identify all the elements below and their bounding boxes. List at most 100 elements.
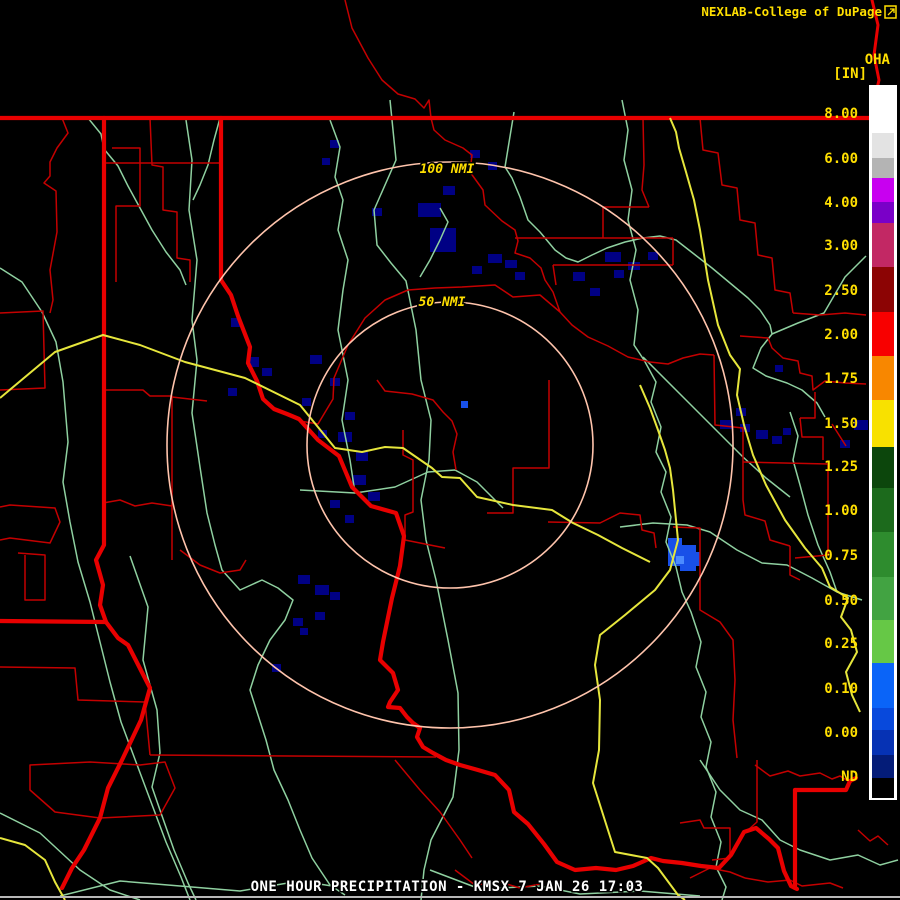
precip-dot xyxy=(228,388,237,396)
outer-ring-label: 100 NMI xyxy=(420,162,475,177)
colorbar-tick-1.50: 1.50 xyxy=(824,416,858,432)
colorbar-segment-3 xyxy=(872,178,894,202)
inner-ring-label: 50 NMI xyxy=(419,295,466,310)
colorbar-segment-9 xyxy=(872,400,894,447)
precip-gap xyxy=(455,735,467,744)
precip-gap xyxy=(545,430,555,438)
precip-dot xyxy=(345,515,354,523)
precip-dot xyxy=(573,272,585,281)
precip-dot xyxy=(648,252,658,260)
colorbar-segment-16 xyxy=(872,708,894,730)
precip-gap xyxy=(410,140,418,148)
colorbar-segment-10 xyxy=(872,447,894,488)
colorbar-tick-0.75: 0.75 xyxy=(824,548,858,564)
precip-dot xyxy=(614,270,624,278)
precip-dot xyxy=(772,436,782,444)
precip-dot xyxy=(315,612,325,620)
precip-gap xyxy=(480,350,492,359)
precip-dot xyxy=(356,452,368,461)
colorbar-segment-15 xyxy=(872,663,894,708)
colorbar-tick-4.00: 4.00 xyxy=(824,195,858,211)
state-boundary-line xyxy=(0,618,109,625)
precip-brightest-cell xyxy=(676,556,684,564)
precip-gap xyxy=(380,150,390,158)
precip-dot xyxy=(330,500,340,508)
precip-gap xyxy=(790,510,802,519)
colorbar-segment-14 xyxy=(872,620,894,663)
precip-dot xyxy=(418,203,441,217)
colorbar-segment-13 xyxy=(872,577,894,620)
precip-bright-cell xyxy=(461,401,468,408)
precip-dot xyxy=(488,254,502,263)
colorbar-tick-0.00: 0.00 xyxy=(824,725,858,741)
radar-map: 100 NMI 50 NMI 8.00 6.00 4.00 3.00 2.50 2.00 1… xyxy=(0,0,900,900)
colorbar-segment-1 xyxy=(872,133,894,158)
precip-gap xyxy=(480,430,496,440)
colorbar-tick-ND: ND xyxy=(841,769,858,785)
colorbar-segment-5 xyxy=(872,223,894,267)
precip-gap xyxy=(520,380,534,390)
precip-dot xyxy=(720,420,732,429)
precip-dot xyxy=(605,252,621,262)
bottom-rule xyxy=(0,896,900,898)
precip-dot xyxy=(302,398,311,406)
precip-dot xyxy=(775,365,783,372)
precip-bright-cell xyxy=(690,552,700,566)
precip-dot xyxy=(298,575,310,584)
precip-dot xyxy=(345,412,355,420)
precip-dot xyxy=(443,186,455,195)
colorbar-segment-17 xyxy=(872,730,894,755)
colorbar-tick-1.00: 1.00 xyxy=(824,503,858,519)
colorbar-segment-12 xyxy=(872,532,894,577)
colorbar-segment-4 xyxy=(872,202,894,223)
precip-gap xyxy=(530,640,542,649)
precip-gap xyxy=(560,620,576,630)
precip-gap xyxy=(400,620,410,628)
precip-dot xyxy=(262,368,272,376)
precip-gap xyxy=(500,660,518,672)
colorbar-tick-2.50: 2.50 xyxy=(824,283,858,299)
colorbar-tick-2.00: 2.00 xyxy=(824,327,858,343)
precip-gap xyxy=(560,470,574,480)
precip-dot xyxy=(330,592,340,600)
colorbar-tick-3.00: 3.00 xyxy=(824,238,858,254)
precip-dot xyxy=(756,430,768,439)
colorbar-tick-0.50: 0.50 xyxy=(824,593,858,609)
colorbar-tick-6.00: 6.00 xyxy=(824,151,858,167)
colorbar xyxy=(869,85,897,800)
colorbar-tick-1.25: 1.25 xyxy=(824,459,858,475)
precip-dot xyxy=(783,428,791,435)
precip-dot xyxy=(300,628,308,635)
radar-display: 100 NMI 50 NMI 8.00 6.00 4.00 3.00 2.50 2.00 1… xyxy=(0,0,900,900)
precip-gap xyxy=(610,520,622,530)
product-code-label: OHA xyxy=(865,52,891,68)
precip-dot xyxy=(590,288,600,296)
precip-dot xyxy=(472,266,482,274)
colorbar-segment-18 xyxy=(872,755,894,778)
precip-dot xyxy=(515,272,525,280)
colorbar-tick-1.75: 1.75 xyxy=(824,371,858,387)
precip-dot xyxy=(368,492,380,501)
colorbar-tick-8.00: 8.00 xyxy=(824,106,858,122)
precip-gap xyxy=(585,545,595,553)
precip-gap xyxy=(420,560,432,569)
precip-dot xyxy=(330,378,340,386)
precip-dot xyxy=(293,618,303,626)
precip-gap xyxy=(470,520,488,532)
colorbar-segment-2 xyxy=(872,158,894,178)
colorbar-segment-11 xyxy=(872,488,894,532)
colorbar-tick-0.25: 0.25 xyxy=(824,636,858,652)
precip-gap xyxy=(640,450,652,459)
product-title: ONE HOUR PRECIPITATION - KMSX 7 JAN 26 1… xyxy=(251,879,644,895)
colorbar-segment-19 xyxy=(872,778,894,798)
units-label: [IN] xyxy=(833,66,867,82)
precip-dot xyxy=(322,158,330,165)
precip-gap xyxy=(600,420,614,430)
precip-dot xyxy=(310,355,322,364)
colorbar-segment-7 xyxy=(872,312,894,356)
colorbar-tick-0.10: 0.10 xyxy=(824,681,858,697)
colorbar-segment-6 xyxy=(872,267,894,312)
precip-dot xyxy=(315,585,329,595)
precip-dot xyxy=(505,260,517,268)
brand-text: NEXLAB-College of DuPage xyxy=(701,4,882,19)
